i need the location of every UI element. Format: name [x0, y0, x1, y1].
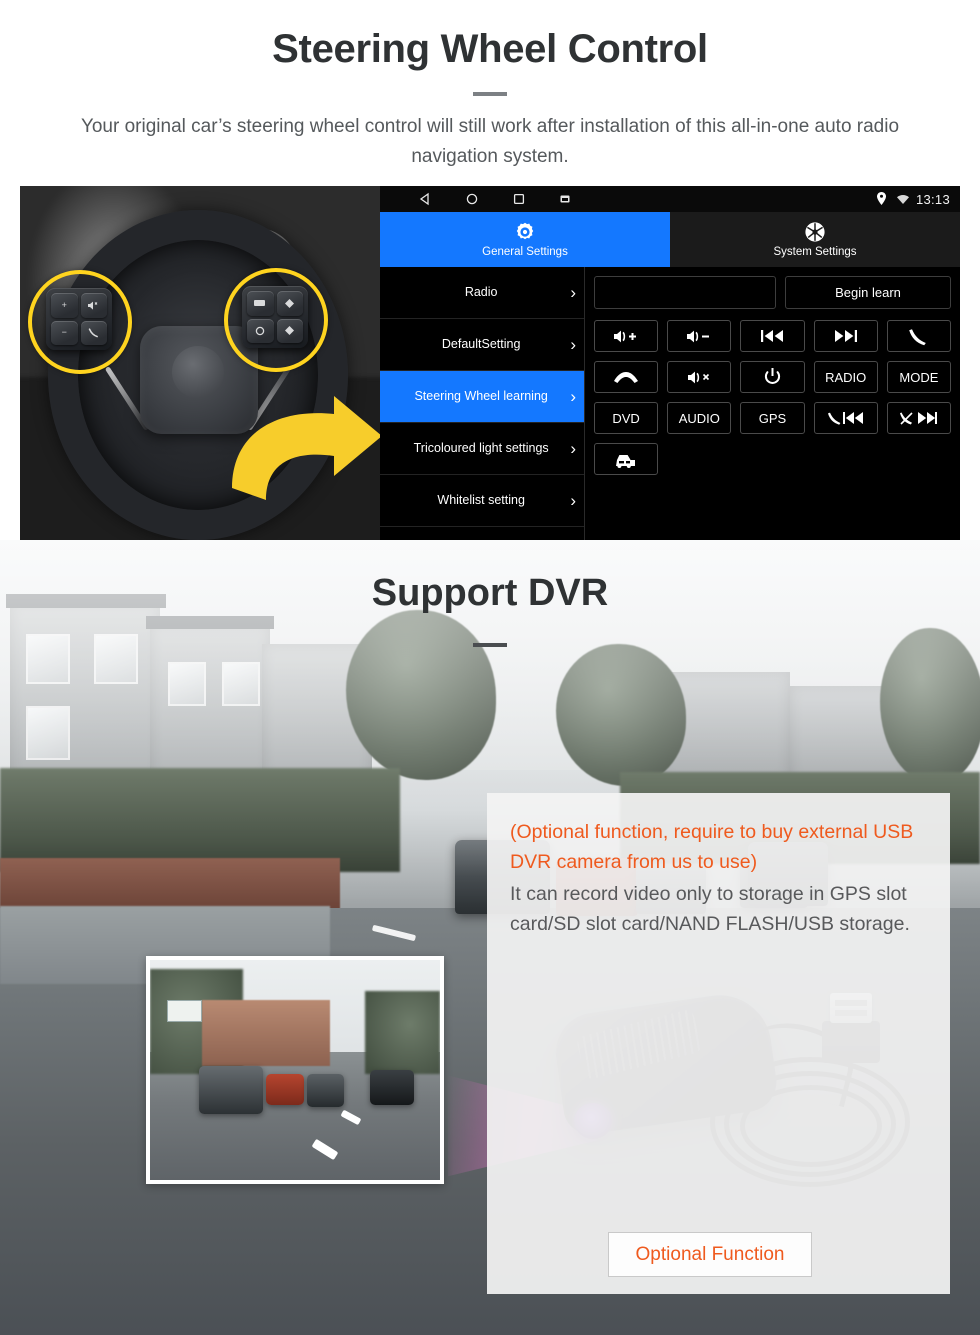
key-grid: RADIO MODE DVD AUDIO GPS: [594, 320, 951, 475]
power-icon-button[interactable]: [740, 361, 805, 393]
dvr-title-divider: [473, 643, 507, 647]
settings-content: Radio › DefaultSetting › Steering Wheel …: [380, 267, 960, 540]
optional-function-button[interactable]: Optional Function: [608, 1232, 812, 1277]
android-nav-buttons[interactable]: [418, 192, 573, 206]
phone-hangup-icon-button[interactable]: [594, 361, 659, 393]
title-divider: [473, 92, 507, 96]
sidebar-item-whitelist-setting-label: Whitelist setting: [437, 493, 525, 507]
previous-track-icon-button[interactable]: [740, 320, 805, 352]
call-previous-icon-button[interactable]: [813, 402, 878, 434]
home-icon[interactable]: [465, 192, 479, 206]
car-dashboard-icon-button[interactable]: [594, 443, 659, 475]
gear-icon: [514, 221, 536, 243]
chevron-right-icon: ›: [570, 387, 576, 406]
volume-up-icon-button[interactable]: [594, 320, 659, 352]
dashcam-recording-thumbnail: [146, 956, 444, 1184]
callend-next-icon-button[interactable]: [886, 402, 951, 434]
thumb-vehicle-1: [199, 1065, 264, 1114]
sidebar-item-tricoloured-light-settings[interactable]: Tricoloured light settings ›: [380, 423, 584, 475]
page-title: Steering Wheel Control: [272, 27, 708, 71]
android-status-bar: 13:13: [380, 186, 960, 212]
sidebar-item-steering-wheel-learning[interactable]: Steering Wheel learning ›: [380, 371, 584, 423]
dvr-section-title: Support DVR: [371, 572, 609, 614]
steering-key-mapping-panel: Begin learn RADIO MODE DVD AUDIO GPS: [585, 267, 960, 540]
status-icons-group: 13:13: [876, 186, 950, 212]
dvr-info-panel: (Optional function, require to buy exter…: [487, 793, 950, 1294]
sidebar-item-whitelist-setting[interactable]: Whitelist setting ›: [380, 475, 584, 527]
android-head-unit-screen: 13:13 General Settings System Settings R…: [380, 186, 960, 540]
sidebar-item-defaultsetting-label: DefaultSetting: [441, 337, 521, 351]
gps-button[interactable]: GPS: [740, 402, 805, 434]
steering-wheel-photo: + −: [20, 186, 380, 540]
sidebar-item-defaultsetting[interactable]: DefaultSetting ›: [380, 319, 584, 371]
sidebar-item-radio-label: Radio: [464, 285, 498, 299]
aperture-icon: [804, 221, 826, 243]
product-feature-page: Steering Wheel Control Your original car…: [0, 0, 980, 1335]
dvr-note-highlight: (Optional function, require to buy exter…: [510, 821, 914, 873]
thumb-vehicle-4: [370, 1070, 414, 1106]
learn-input[interactable]: [594, 276, 776, 309]
audio-button[interactable]: AUDIO: [667, 402, 732, 434]
tab-general-settings-label: General Settings: [482, 246, 568, 258]
chevron-right-icon: ›: [570, 335, 576, 354]
thumb-roadside-sign: [167, 999, 203, 1022]
steering-section-header: Steering Wheel Control Your original car…: [0, 0, 980, 186]
volume-mute-icon-button[interactable]: [667, 361, 732, 393]
location-pin-icon: [876, 192, 890, 206]
settings-tabbar: General Settings System Settings: [380, 212, 960, 267]
chevron-right-icon: ›: [570, 491, 576, 510]
tab-system-settings-label: System Settings: [773, 246, 857, 258]
wifi-icon: [896, 192, 910, 206]
settings-menu-list: Radio › DefaultSetting › Steering Wheel …: [380, 267, 585, 540]
thumb-vehicle-2: [266, 1074, 304, 1106]
dvr-note-body: It can record video only to storage in G…: [510, 883, 910, 935]
dvd-button[interactable]: DVD: [594, 402, 659, 434]
volume-down-icon-button[interactable]: [667, 320, 732, 352]
sidebar-item-steering-wheel-learning-label: Steering Wheel learning: [414, 389, 548, 403]
sidebar-item-radio[interactable]: Radio ›: [380, 267, 584, 319]
back-icon[interactable]: [418, 192, 432, 206]
thumb-tree-right: [364, 990, 440, 1075]
radio-button[interactable]: RADIO: [813, 361, 878, 393]
tab-general-settings[interactable]: General Settings: [380, 212, 670, 267]
steering-demo-row: + − 13:13 General Settings System Settin…: [20, 186, 960, 540]
yellow-arrow-icon: [226, 392, 380, 512]
status-clock: 13:13: [915, 191, 950, 207]
thumb-vehicle-3: [306, 1074, 345, 1108]
begin-learn-button[interactable]: Begin learn: [785, 276, 951, 309]
sidebar-item-tricoloured-light-settings-label: Tricoloured light settings: [413, 441, 549, 455]
next-track-icon-button[interactable]: [813, 320, 878, 352]
chevron-right-icon: ›: [570, 283, 576, 302]
learn-row: Begin learn: [594, 276, 951, 309]
mode-button[interactable]: MODE: [886, 361, 951, 393]
chevron-right-icon: ›: [570, 439, 576, 458]
highlight-circle-left: [28, 270, 132, 374]
phone-call-icon-button[interactable]: [886, 320, 951, 352]
recents-icon[interactable]: [512, 192, 526, 206]
highlight-circle-right: [224, 268, 328, 372]
tab-system-settings[interactable]: System Settings: [670, 212, 960, 267]
screenshot-icon[interactable]: [559, 192, 573, 206]
thumb-houses: [202, 999, 330, 1066]
page-subtitle: Your original car’s steering wheel contr…: [80, 116, 900, 167]
dvr-copy-block: (Optional function, require to buy exter…: [510, 817, 935, 939]
